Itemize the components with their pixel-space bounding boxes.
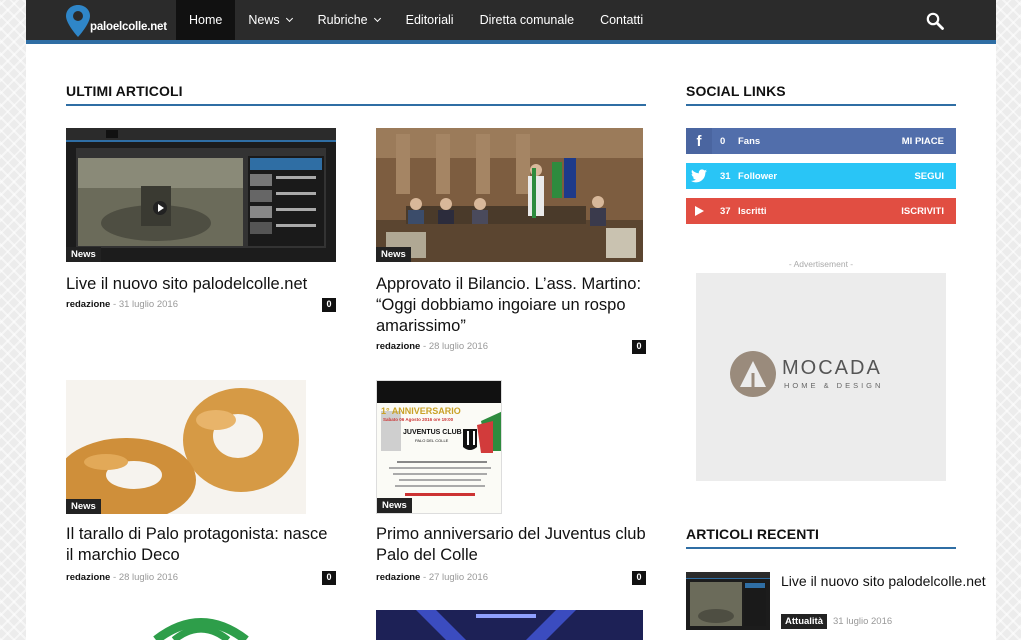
article-thumbnail[interactable]: 1° ANNIVERSARIO Sabato 06 Agosto 2016 or… (376, 380, 502, 514)
poster-line-date: Sabato 06 Agosto 2016 ore 19:00 (383, 417, 454, 422)
poster-line-club: JUVENTUS CLUB (403, 429, 462, 436)
main-menu: Home News Rubriche Editoriali Diretta co… (176, 0, 656, 40)
article-date: 27 luglio 2016 (428, 572, 488, 583)
comment-count[interactable]: 0 (322, 298, 336, 312)
article-thumbnail-partial[interactable] (376, 610, 643, 640)
social-action-button[interactable]: SEGUI (914, 171, 944, 182)
article-card[interactable]: News Live il nuovo sito palodelcolle.net… (66, 128, 336, 313)
article-author[interactable]: redazione (376, 341, 420, 352)
juventus-poster-image (377, 381, 501, 513)
nav-item-diretta-comunale[interactable]: Diretta comunale (467, 0, 588, 40)
article-date: 28 luglio 2016 (428, 341, 488, 352)
article-date: 31 luglio 2016 (118, 299, 178, 310)
category-badge[interactable]: News (377, 498, 412, 513)
category-badge[interactable]: Attualità (781, 614, 827, 629)
concert-stage-image (376, 610, 643, 640)
article-title[interactable]: Live il nuovo sito palodelcolle.net (66, 274, 336, 295)
block-title-underline (686, 547, 956, 549)
twitter-icon (686, 163, 712, 189)
social-label: Iscritti (738, 206, 767, 217)
social-action-button[interactable]: MI PIACE (902, 136, 944, 147)
article-title[interactable]: Primo anniversario del Juventus club Pal… (376, 524, 646, 566)
article-card[interactable]: News Il tarallo di Palo protagonista: na… (66, 380, 336, 590)
article-meta: redazione - 28 luglio 2016 (376, 341, 488, 352)
social-twitter[interactable]: 31 Follower SEGUI (686, 163, 956, 189)
top-navbar: paloelcolle.net Home News Rubriche Edito… (26, 0, 996, 40)
social-count: 0 (720, 136, 726, 147)
chevron-down-icon (373, 14, 381, 23)
block-title-articoli-recenti: ARTICOLI RECENTI (686, 526, 820, 542)
council-meeting-image (376, 128, 643, 262)
chevron-down-icon (285, 14, 293, 23)
category-badge[interactable]: News (376, 247, 411, 262)
location-pin-icon (66, 5, 90, 37)
article-meta: redazione - 31 luglio 2016 (66, 299, 178, 310)
nav-item-rubriche[interactable]: Rubriche (305, 0, 393, 40)
article-date: 28 luglio 2016 (118, 572, 178, 583)
screenshot-thumbnail-image (66, 128, 336, 248)
page-wrapper: paloelcolle.net Home News Rubriche Edito… (26, 0, 996, 640)
facebook-icon: f (686, 128, 712, 154)
nav-item-label: Rubriche (317, 13, 368, 27)
social-label: Follower (738, 171, 778, 182)
nav-item-home[interactable]: Home (176, 0, 236, 40)
poster-line-town: PALO DEL COLLE (415, 438, 449, 443)
social-count: 31 (720, 171, 731, 182)
screenshot-thumbnail-image (686, 572, 770, 626)
recent-article-title[interactable]: Live il nuovo sito palodelcolle.net (781, 572, 986, 591)
comment-count[interactable]: 0 (632, 340, 646, 354)
nav-item-label: Home (189, 13, 223, 27)
wifi-logo-image (153, 618, 249, 640)
article-thumbnail[interactable]: News (66, 128, 336, 262)
article-card[interactable]: News Approvato il Bilancio. L’ass. Marti… (376, 128, 646, 358)
recent-article-meta: Attualità 31 luglio 2016 (781, 614, 892, 629)
search-icon[interactable] (926, 12, 944, 30)
youtube-play-icon (686, 198, 712, 224)
nav-item-label: Editoriali (405, 13, 454, 27)
social-action-button[interactable]: ISCRIVITI (901, 206, 944, 217)
social-count: 37 (720, 206, 731, 217)
ad-brand-tagline: HOME & DESIGN (784, 381, 884, 390)
comment-count[interactable]: 0 (322, 571, 336, 585)
poster-line-anniversary: 1° ANNIVERSARIO (381, 406, 461, 416)
article-title[interactable]: Il tarallo di Palo protagonista: nasce i… (66, 524, 336, 566)
recent-article-thumbnail[interactable] (686, 572, 770, 630)
article-date: 31 luglio 2016 (833, 616, 893, 627)
category-badge[interactable]: News (66, 499, 101, 514)
nav-accent-line (26, 40, 996, 44)
nav-item-editoriali[interactable]: Editoriali (393, 0, 467, 40)
article-thumbnail[interactable]: News (376, 128, 643, 262)
nav-item-news[interactable]: News (235, 0, 304, 40)
nav-item-label: Diretta comunale (479, 13, 575, 27)
social-youtube[interactable]: 37 Iscritti ISCRIVITI (686, 198, 956, 224)
article-author[interactable]: redazione (66, 299, 110, 310)
article-thumbnail[interactable]: News (66, 380, 306, 514)
advertisement-banner[interactable]: MOCADA HOME & DESIGN (696, 273, 946, 481)
nav-item-label: News (248, 13, 280, 27)
mocada-logo-icon (730, 351, 776, 397)
social-label: Fans (738, 136, 761, 147)
block-title-underline (66, 104, 646, 106)
article-author[interactable]: redazione (66, 572, 110, 583)
article-author[interactable]: redazione (376, 572, 420, 583)
block-title-ultimi-articoli: ULTIMI ARTICOLI (66, 83, 183, 99)
category-badge[interactable]: News (66, 247, 101, 262)
comment-count[interactable]: 0 (632, 571, 646, 585)
site-logo[interactable]: paloelcolle.net (66, 3, 176, 39)
article-meta: redazione - 28 luglio 2016 (66, 572, 178, 583)
ad-brand-name: MOCADA (782, 357, 882, 379)
article-card[interactable]: 1° ANNIVERSARIO Sabato 06 Agosto 2016 or… (376, 380, 646, 590)
nav-item-label: Contatti (600, 13, 644, 27)
advertisement-label: - Advertisement - (788, 259, 854, 269)
tarallo-image (66, 380, 306, 514)
article-meta: redazione - 27 luglio 2016 (376, 572, 488, 583)
block-title-social-links: SOCIAL LINKS (686, 83, 786, 99)
social-facebook[interactable]: f 0 Fans MI PIACE (686, 128, 956, 154)
nav-item-contatti[interactable]: Contatti (587, 0, 656, 40)
block-title-underline (686, 104, 956, 106)
article-title[interactable]: Approvato il Bilancio. L’ass. Martino: “… (376, 274, 646, 337)
logo-text: paloelcolle.net (90, 21, 167, 33)
article-thumbnail-partial[interactable] (66, 610, 336, 640)
